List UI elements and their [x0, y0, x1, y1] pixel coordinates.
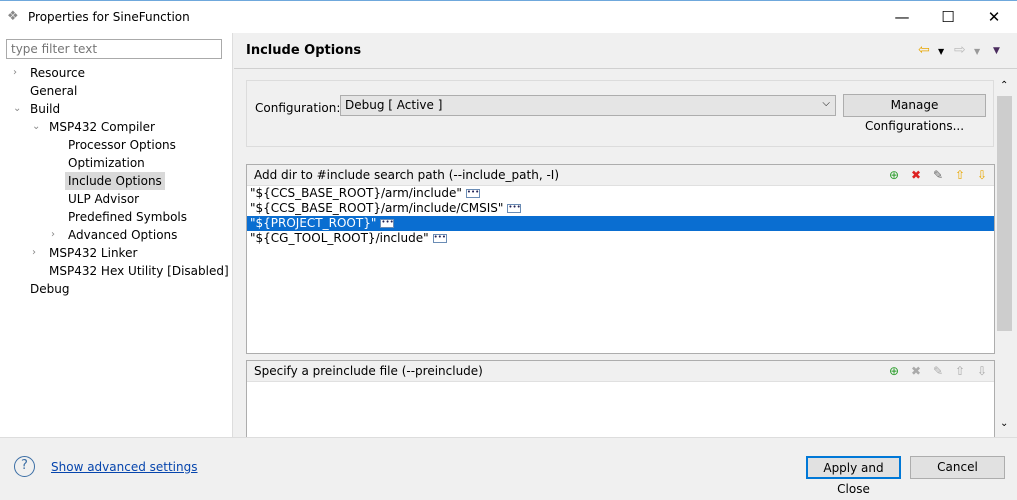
more-icon[interactable]: •••	[432, 234, 447, 243]
main-panel: Include Options ⇦ ▼ ⇨ ▼ ▼ Configuration:…	[234, 33, 1017, 440]
chevron-down-icon: ⌵	[822, 98, 830, 109]
tree-item[interactable]: ULP Advisor	[0, 190, 232, 208]
tree-item-label: Optimization	[68, 156, 145, 170]
scroll-down-icon[interactable]: ⌄	[1000, 418, 1008, 429]
tree-item[interactable]: Include Options	[0, 172, 232, 190]
include-path-row[interactable]: "${PROJECT_ROOT}" •••	[247, 216, 994, 231]
edit-icon: ✎	[932, 364, 944, 378]
preinclude-list: Specify a preinclude file (--preinclude)…	[246, 360, 995, 440]
delete-icon: ✖	[910, 364, 922, 378]
edit-icon[interactable]: ✎	[930, 167, 946, 183]
property-tree: › Resource General ⌄ Build ⌄ MSP432 Compiler Pr…	[0, 64, 232, 298]
include-path-row[interactable]: "${CCS_BASE_ROOT}/arm/include/CMSIS" •••	[247, 201, 994, 216]
tree-item-label: Build	[30, 102, 61, 116]
maximize-button[interactable]: ☐	[925, 1, 971, 33]
manage-configurations-button[interactable]: Manage Configurations...	[843, 94, 986, 133]
back-icon[interactable]: ⇦	[918, 42, 930, 58]
forward-icon[interactable]: ⇨	[954, 42, 966, 58]
tree-item-label: MSP432 Linker	[49, 246, 138, 260]
chevron-right-icon[interactable]: ›	[13, 64, 17, 82]
include-path-header: Add dir to #include search path (--inclu…	[247, 165, 994, 186]
preinclude-title: Specify a preinclude file (--preinclude)	[254, 364, 483, 378]
page-title: Include Options	[246, 43, 362, 58]
scrollbar-thumb[interactable]	[997, 96, 1012, 331]
tree-item-label: Predefined Symbols	[68, 210, 188, 224]
include-path-text: "${PROJECT_ROOT}"	[250, 216, 377, 230]
app-icon: ❖	[7, 9, 19, 24]
include-path-title: Add dir to #include search path (--inclu…	[254, 168, 560, 182]
show-advanced-settings-link[interactable]: Show advanced settings	[51, 460, 198, 474]
tree-item-label: ULP Advisor	[68, 192, 140, 206]
tree-item[interactable]: Debug	[0, 280, 232, 298]
forward-dropdown-icon[interactable]: ▼	[974, 47, 980, 56]
tree-item-label: MSP432 Compiler	[49, 120, 155, 134]
preinclude-header: Specify a preinclude file (--preinclude)…	[247, 361, 994, 382]
filter-input[interactable]	[6, 39, 222, 59]
back-dropdown-icon[interactable]: ▼	[938, 47, 944, 56]
include-path-row[interactable]: "${CCS_BASE_ROOT}/arm/include" •••	[247, 186, 994, 201]
footer: ? Show advanced settings Apply and Close…	[0, 437, 1017, 499]
more-icon[interactable]: •••	[507, 204, 522, 213]
tree-item[interactable]: MSP432 Hex Utility [Disabled]	[0, 262, 232, 280]
delete-icon[interactable]: ✖	[908, 167, 924, 183]
cancel-button[interactable]: Cancel	[910, 456, 1005, 479]
tree-item[interactable]: › Advanced Options	[0, 226, 232, 244]
include-path-text: "${CCS_BASE_ROOT}/arm/include"	[250, 186, 462, 200]
tree-item[interactable]: ⌄ MSP432 Compiler	[0, 118, 232, 136]
vertical-scrollbar[interactable]: ⌃ ⌄	[996, 80, 1013, 435]
tree-item-label: Advanced Options	[68, 228, 178, 242]
more-icon[interactable]: •••	[380, 219, 395, 228]
add-icon[interactable]: ⊕	[886, 167, 902, 183]
include-path-text: "${CG_TOOL_ROOT}/include"	[250, 231, 429, 245]
configuration-select[interactable]: Debug [ Active ] ⌵	[340, 95, 836, 116]
scroll-up-icon[interactable]: ⌃	[1000, 80, 1008, 91]
include-path-list: Add dir to #include search path (--inclu…	[246, 164, 995, 354]
tree-item[interactable]: Predefined Symbols	[0, 208, 232, 226]
include-path-rows: "${CCS_BASE_ROOT}/arm/include" ••• "${CCS_…	[247, 186, 994, 246]
chevron-right-icon[interactable]: ›	[32, 244, 36, 262]
include-path-text: "${CCS_BASE_ROOT}/arm/include/CMSIS"	[250, 201, 504, 215]
move-up-icon: ⇧	[954, 364, 966, 378]
include-path-row[interactable]: "${CG_TOOL_ROOT}/include" •••	[247, 231, 994, 246]
tree-item-label: MSP432 Hex Utility [Disabled]	[49, 264, 229, 278]
tree-item[interactable]: General	[0, 82, 232, 100]
move-down-icon: ⇩	[976, 364, 988, 378]
tree-item[interactable]: Optimization	[0, 154, 232, 172]
chevron-right-icon[interactable]: ›	[51, 226, 55, 244]
more-icon[interactable]: •••	[465, 189, 480, 198]
tree-item[interactable]: ⌄ Build	[0, 100, 232, 118]
chevron-down-icon[interactable]: ⌄	[32, 118, 40, 136]
view-menu-icon[interactable]: ▼	[993, 46, 1000, 56]
minimize-button[interactable]: —	[879, 1, 925, 33]
tree-item[interactable]: Processor Options	[0, 136, 232, 154]
apply-and-close-button[interactable]: Apply and Close	[806, 456, 901, 496]
configuration-label: Configuration:	[255, 101, 341, 115]
window-title: Properties for SineFunction	[28, 10, 190, 24]
tree-item[interactable]: › Resource	[0, 64, 232, 82]
sidebar: › Resource General ⌄ Build ⌄ MSP432 Compiler Pr…	[0, 33, 233, 437]
tree-item-label: General	[30, 84, 78, 98]
close-button[interactable]: ✕	[971, 1, 1017, 33]
tree-item-label: Debug	[30, 282, 70, 296]
configuration-group: Configuration: Debug [ Active ] ⌵ Manage…	[246, 80, 994, 147]
configuration-value: Debug [ Active ]	[345, 98, 443, 112]
help-icon[interactable]: ?	[14, 456, 35, 477]
title-bar: ❖ Properties for SineFunction — ☐ ✕	[0, 0, 1017, 33]
tree-item-label: Resource	[30, 66, 86, 80]
tree-item-label: Processor Options	[68, 138, 176, 152]
move-up-icon[interactable]: ⇧	[952, 167, 968, 183]
tree-item[interactable]: › MSP432 Linker	[0, 244, 232, 262]
chevron-down-icon[interactable]: ⌄	[13, 100, 21, 118]
move-down-icon[interactable]: ⇩	[974, 167, 990, 183]
tree-item-label: Include Options	[65, 172, 165, 190]
divider	[234, 68, 1017, 69]
add-icon[interactable]: ⊕	[886, 363, 902, 379]
